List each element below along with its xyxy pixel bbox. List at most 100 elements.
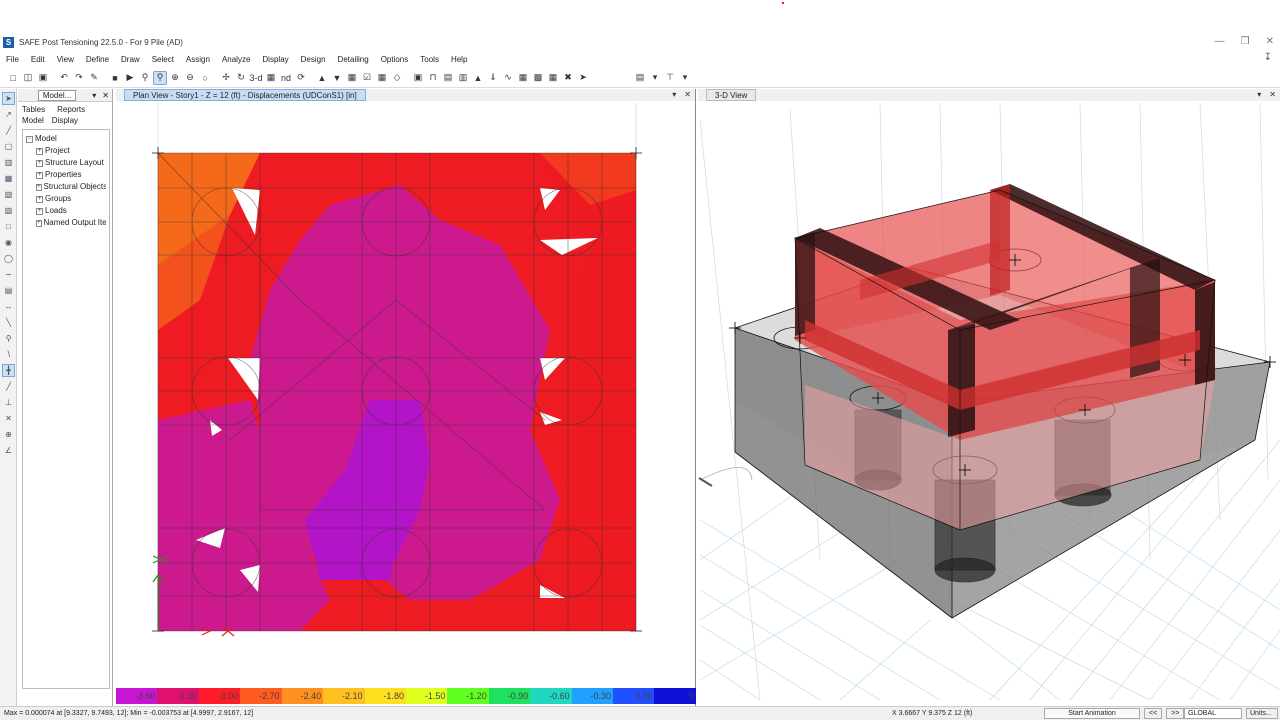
menu-select[interactable]: Select bbox=[146, 55, 180, 64]
menu-help[interactable]: Help bbox=[445, 55, 473, 64]
display-icon[interactable]: ▩ bbox=[531, 71, 545, 85]
view-options-icon[interactable]: ▦ bbox=[345, 71, 359, 85]
next-step-button[interactable]: >> bbox=[1166, 708, 1185, 719]
snap-intersect-icon[interactable]: ✕ bbox=[2, 412, 15, 425]
download-icon[interactable]: ↧ bbox=[1264, 52, 1272, 63]
snap-mid-icon[interactable]: ╱ bbox=[2, 380, 15, 393]
snap-grid-icon[interactable]: ╋ bbox=[2, 364, 15, 377]
section-icon[interactable]: ⊓ bbox=[426, 71, 440, 85]
checkbox-icon[interactable]: ☑ bbox=[360, 71, 374, 85]
select-pointer-icon[interactable]: ➤ bbox=[2, 92, 15, 105]
tree-item-properties[interactable]: + Properties bbox=[26, 169, 106, 181]
coord-system-select[interactable]: GLOBAL bbox=[1184, 708, 1242, 719]
maximize-button[interactable]: ❐ bbox=[1241, 34, 1250, 50]
menu-design[interactable]: Design bbox=[295, 55, 332, 64]
new-file-icon[interactable]: □ bbox=[6, 71, 20, 85]
deform-icon[interactable]: ∿ bbox=[501, 71, 515, 85]
undo-icon[interactable]: ↶ bbox=[57, 71, 71, 85]
menu-tools[interactable]: Tools bbox=[414, 55, 445, 64]
filter-icon[interactable]: ✖ bbox=[561, 71, 575, 85]
pencil-icon[interactable]: ✎ bbox=[87, 71, 101, 85]
plan-close-icon[interactable]: ✕ bbox=[684, 89, 691, 101]
tree-item-named-output[interactable]: +Named Output Items bbox=[26, 217, 106, 229]
draw-tendon-icon[interactable]: ∼ bbox=[2, 268, 15, 281]
3d-dropdown-icon[interactable]: ▾ bbox=[1257, 89, 1261, 101]
3d-icon[interactable]: 3-d bbox=[249, 71, 263, 85]
zoom-window-icon[interactable]: ⚲ bbox=[138, 71, 152, 85]
expand-icon[interactable]: + bbox=[36, 159, 43, 167]
collapse-icon[interactable]: − bbox=[26, 135, 33, 143]
lock-icon[interactable]: ■ bbox=[108, 71, 122, 85]
menu-analyze[interactable]: Analyze bbox=[216, 55, 256, 64]
tab-model[interactable]: Model bbox=[22, 116, 44, 125]
explorer-close-icon[interactable]: ✕ bbox=[102, 91, 109, 100]
units-button[interactable]: Units... bbox=[1246, 708, 1278, 719]
elevation-icon[interactable]: nd bbox=[279, 71, 293, 85]
tab-display[interactable]: Display bbox=[52, 116, 78, 125]
rotate-icon[interactable]: ⟳ bbox=[294, 71, 308, 85]
draw-slab-icon[interactable]: ▨ bbox=[2, 204, 15, 217]
expand-icon[interactable]: + bbox=[36, 207, 43, 215]
dropdown-arrow-icon[interactable]: ▾ bbox=[648, 71, 662, 85]
draw-wall-icon[interactable]: ▧ bbox=[2, 188, 15, 201]
menu-draw[interactable]: Draw bbox=[115, 55, 146, 64]
open-folder-icon[interactable]: ◫ bbox=[21, 71, 35, 85]
tree-item-loads[interactable]: + Loads bbox=[26, 205, 106, 217]
pan-icon[interactable]: ✢ bbox=[219, 71, 233, 85]
draw-strip-icon[interactable]: ▤ bbox=[2, 284, 15, 297]
run-icon[interactable]: ▶ bbox=[123, 71, 137, 85]
expand-icon[interactable]: + bbox=[36, 147, 43, 155]
stack-icon[interactable]: ▤ bbox=[633, 71, 647, 85]
zoom-restore-icon[interactable]: ⚲ bbox=[153, 70, 167, 85]
tree-item-project[interactable]: + Project bbox=[26, 145, 106, 157]
snap-icon[interactable]: ⚲ bbox=[2, 332, 15, 345]
force-icon[interactable]: ▦ bbox=[516, 71, 530, 85]
tree-item-structural-objects[interactable]: + Structural Objects bbox=[26, 181, 106, 193]
explorer-title[interactable]: Model... bbox=[37, 89, 77, 101]
refresh-icon[interactable]: ↻ bbox=[234, 71, 248, 85]
draw-area-icon[interactable]: ▢ bbox=[2, 140, 15, 153]
redo-icon[interactable]: ↷ bbox=[72, 71, 86, 85]
plan-icon[interactable]: ▦ bbox=[264, 71, 278, 85]
explorer-dropdown-icon[interactable]: ▾ bbox=[92, 91, 96, 100]
3d-model-canvas[interactable] bbox=[698, 101, 1280, 706]
menu-view[interactable]: View bbox=[51, 55, 80, 64]
snap-perp-icon[interactable]: ⊥ bbox=[2, 396, 15, 409]
draw-column-icon[interactable]: ▦ bbox=[2, 172, 15, 185]
expand-icon[interactable]: + bbox=[36, 183, 42, 191]
plan-contour-canvas[interactable] bbox=[116, 101, 696, 687]
pile-icon[interactable]: ▥ bbox=[456, 71, 470, 85]
table-icon[interactable]: ▦ bbox=[546, 71, 560, 85]
draw-line-icon[interactable]: ╱ bbox=[2, 124, 15, 137]
menu-options[interactable]: Options bbox=[375, 55, 415, 64]
save-icon[interactable]: ▣ bbox=[36, 71, 50, 85]
snap-angle-icon[interactable]: ∠ bbox=[2, 444, 15, 457]
snap-center-icon[interactable]: ⊕ bbox=[2, 428, 15, 441]
dropdown-arrow2-icon[interactable]: ▾ bbox=[678, 71, 692, 85]
zoom-in-icon[interactable]: ⊕ bbox=[168, 71, 182, 85]
expand-icon[interactable]: + bbox=[36, 195, 43, 203]
minimize-button[interactable]: — bbox=[1215, 34, 1225, 50]
move-up-icon[interactable]: ▲ bbox=[315, 71, 329, 85]
plan-dropdown-icon[interactable]: ▾ bbox=[672, 89, 676, 101]
menu-edit[interactable]: Edit bbox=[25, 55, 51, 64]
snap-end-icon[interactable]: ∖ bbox=[2, 348, 15, 361]
draw-pile-icon[interactable]: ◯ bbox=[2, 252, 15, 265]
object-shrink-icon[interactable]: ▦ bbox=[375, 71, 389, 85]
extrude-icon[interactable]: ◇ bbox=[390, 71, 404, 85]
prev-step-button[interactable]: << bbox=[1144, 708, 1163, 719]
expand-icon[interactable]: + bbox=[36, 171, 43, 179]
close-button[interactable]: ✕ bbox=[1266, 34, 1274, 50]
tree-item-structure-layout[interactable]: + Structure Layout bbox=[26, 157, 106, 169]
frame-icon[interactable]: ⊤ bbox=[663, 71, 677, 85]
draw-point-icon[interactable]: ◉ bbox=[2, 236, 15, 249]
pointer-icon[interactable]: ➤ bbox=[576, 71, 590, 85]
menu-define[interactable]: Define bbox=[80, 55, 115, 64]
tree-root[interactable]: − Model bbox=[26, 133, 106, 145]
load-icon[interactable]: ⇓ bbox=[486, 71, 500, 85]
3d-close-icon[interactable]: ✕ bbox=[1269, 89, 1276, 101]
draw-beam-icon[interactable]: ▥ bbox=[2, 156, 15, 169]
expand-icon[interactable]: + bbox=[36, 219, 42, 227]
tab-tables[interactable]: Tables bbox=[22, 105, 45, 114]
tab-reports[interactable]: Reports bbox=[57, 105, 85, 114]
